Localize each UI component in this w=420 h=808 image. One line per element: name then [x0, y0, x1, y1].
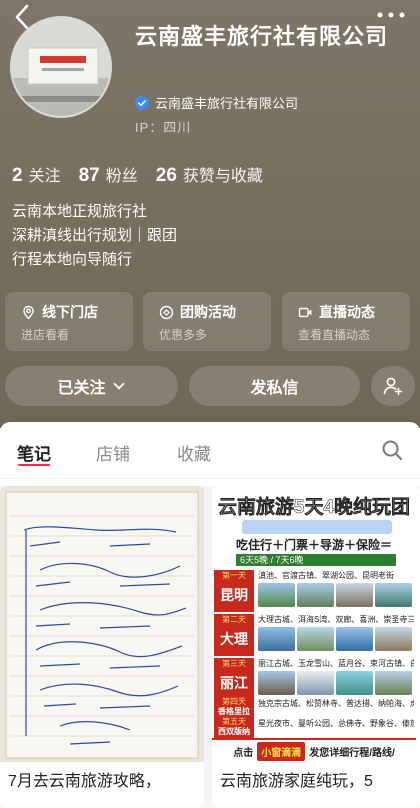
service-title: 直播动态	[319, 304, 375, 320]
poster-footer-prefix: 点击	[233, 747, 254, 759]
poster-blurred-text	[242, 520, 392, 534]
day-photos	[258, 583, 414, 607]
day-city: 西双版纳	[218, 727, 250, 736]
day-description: 丽江古城、玉龙雪山、蓝月谷、束河古镇、白沙古镇	[258, 659, 414, 668]
stat-number: 2	[12, 165, 23, 186]
verified-icon	[135, 95, 149, 110]
message-label: 发私信	[250, 380, 299, 397]
message-button[interactable]: 发私信	[189, 366, 360, 406]
notes-feed: 7月去云南旅游攻略， 云南旅游5天4晚纯玩团 吃住行＋门票＋导游＋保险＝ 6天5…	[0, 486, 420, 808]
service-subtitle: 优惠多多	[159, 328, 208, 342]
note-card[interactable]: 云南旅游5天4晚纯玩团 吃住行＋门票＋导游＋保险＝ 6天5晚 / 7天6晚 第一…	[212, 486, 420, 808]
day-number: 第四天	[222, 697, 246, 706]
service-live[interactable]: 直播动态 查看直播动态	[282, 292, 410, 351]
tab-shop[interactable]: 店铺	[96, 440, 130, 465]
note-cover-image: 云南旅游5天4晚纯玩团 吃住行＋门票＋导游＋保险＝ 6天5晚 / 7天6晚 第一…	[212, 486, 416, 762]
avatar[interactable]	[10, 16, 112, 118]
service-group-buy[interactable]: 团购活动 优惠多多	[143, 292, 271, 351]
stat-label: 获赞与收藏	[182, 168, 263, 185]
service-offline-store[interactable]: 线下门店 进店看看	[5, 292, 133, 351]
active-tab-indicator	[18, 464, 50, 466]
bio-line: 行程本地向导随行	[12, 251, 133, 268]
profile-name: 云南盛丰旅行社有限公司	[135, 24, 389, 49]
bio-line: 深耕滇线出行规划｜跟团	[12, 227, 178, 244]
chevron-down-icon	[113, 382, 124, 390]
poster-day-row: 星光夜市、曼听公园、总佛寺、野象谷、傣族园	[258, 718, 414, 730]
bio: 云南本地正规旅行社 深耕滇线出行规划｜跟团 行程本地向导随行	[12, 200, 177, 272]
day-number: 第二天	[222, 615, 246, 624]
tab-bar: 笔记 店铺 收藏	[0, 440, 420, 470]
follow-button[interactable]: 已关注	[5, 366, 178, 406]
tab-notes[interactable]: 笔记	[17, 440, 51, 465]
service-title: 团购活动	[180, 304, 236, 320]
day-description: 星光夜市、曼听公园、总佛寺、野象谷、傣族园	[258, 719, 414, 728]
day-description: 滇池、官渡古镇、翠湖公园、昆明老街	[258, 571, 394, 580]
stat-likes[interactable]: 26 获赞与收藏	[156, 162, 263, 187]
day-number: 第五天	[222, 717, 246, 726]
verified-label: 云南盛丰旅行社有限公司	[155, 96, 299, 111]
note-title: 云南旅游家庭纯玩，5	[220, 773, 373, 790]
stat-number: 87	[78, 165, 100, 186]
poster-subtitle: 吃住行＋门票＋导游＋保险＝	[235, 538, 392, 552]
poster-day: 第二天 大理	[214, 614, 254, 656]
add-user-icon	[383, 377, 403, 396]
poster-day: 第三天 丽江	[214, 658, 254, 700]
coupon-icon	[159, 305, 174, 319]
note-title: 7月去云南旅游攻略，	[8, 773, 161, 790]
poster-day-row: 大理古城、洱海S湾、双廊、喜洲、崇圣寺三塔	[258, 614, 414, 651]
bio-line: 云南本地正规旅行社	[12, 203, 148, 220]
store-icon	[23, 305, 34, 319]
day-photos	[258, 627, 414, 651]
note-card[interactable]: 7月去云南旅游攻略，	[0, 486, 204, 808]
stat-followers[interactable]: 87 粉丝	[79, 162, 138, 187]
poster-day: 第一天 昆明	[214, 570, 254, 612]
day-description: 大理古城、洱海S湾、双廊、喜洲、崇圣寺三塔	[258, 615, 414, 624]
service-subtitle: 进店看看	[21, 328, 70, 342]
poster-day-row: 滇池、官渡古镇、翠湖公园、昆明老街	[258, 570, 414, 607]
poster-footer: 点击 小窗滴滴 发您详细行程/路线/	[212, 738, 416, 762]
stat-following[interactable]: 2 关注	[12, 162, 61, 187]
poster-cta: 小窗滴滴	[257, 741, 306, 761]
day-city: 大理	[220, 631, 248, 647]
stat-label: 关注	[28, 168, 61, 185]
add-friend-button[interactable]	[371, 366, 415, 406]
day-number: 第三天	[222, 659, 246, 668]
divider	[0, 478, 420, 479]
search-icon[interactable]	[380, 438, 404, 462]
poster-day-row: 丽江古城、玉龙雪山、蓝月谷、束河古镇、白沙古镇	[258, 658, 414, 695]
service-subtitle: 查看直播动态	[298, 328, 371, 342]
day-description: 独克宗古城、松赞林寺、普达措、纳帕海、虎跳峡	[258, 699, 414, 708]
tab-favorites[interactable]: 收藏	[177, 440, 211, 465]
service-title: 线下门店	[42, 304, 98, 320]
day-city: 昆明	[220, 587, 248, 603]
day-number: 第一天	[222, 571, 246, 580]
ip-location: IP：四川	[135, 120, 192, 135]
avatar-image	[12, 18, 110, 116]
poster-footer-text: 发您详细行程/路线/	[309, 747, 395, 759]
profile-header: 云南盛丰旅行社有限公司 云南盛丰旅行社有限公司 IP：四川 2 关注 87 粉丝…	[0, 0, 420, 428]
stat-label: 粉丝	[105, 168, 138, 185]
verified-badge: 云南盛丰旅行社有限公司	[135, 93, 298, 112]
follow-label: 已关注	[57, 380, 106, 397]
poster-day-row: 独克宗古城、松赞林寺、普达措、纳帕海、虎跳峡	[258, 698, 414, 710]
poster-day: 第五天 西双版纳	[214, 718, 254, 738]
poster-day: 第四天 香格里拉	[214, 698, 254, 718]
live-icon	[298, 307, 312, 317]
poster-title: 云南旅游5天4晚纯玩团	[217, 497, 411, 519]
stat-number: 26	[155, 165, 177, 186]
day-photos	[258, 671, 414, 695]
poster-price-bar: 6天5晚 / 7天6晚	[236, 554, 396, 566]
stats-row: 2 关注 87 粉丝 26 获赞与收藏	[12, 162, 263, 187]
note-cover-image	[0, 486, 204, 762]
day-city: 丽江	[220, 675, 248, 691]
